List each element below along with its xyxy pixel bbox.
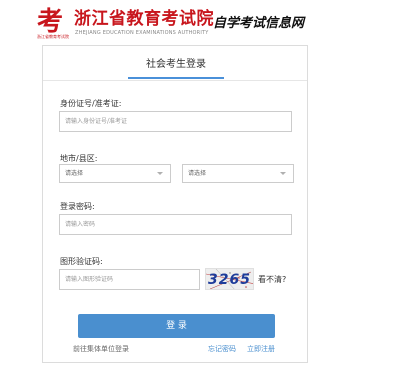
captcha-text: 3265 (208, 272, 251, 288)
register-link[interactable]: 立即注册 (247, 345, 275, 354)
chevron-down-icon (280, 172, 286, 175)
region-label: 地市/县区: (60, 154, 98, 163)
site-subtitle-en: ZHEJIANG EDUCATION EXAMINATIONS AUTHORIT… (75, 30, 209, 36)
city-select[interactable]: 请选择 (59, 164, 171, 183)
unit-login-link[interactable]: 前往集体单位登录 (73, 345, 129, 354)
login-button[interactable]: 登 录 (78, 314, 275, 338)
captcha-refresh-link[interactable]: 看不清? (258, 275, 286, 285)
city-select-value: 请选择 (65, 170, 84, 177)
district-select-value: 请选择 (188, 170, 207, 177)
login-page: 考 浙江省教育考试院 浙江省教育考试院 ZHEJIANG EDUCATION E… (0, 0, 396, 376)
captcha-label: 图形验证码: (60, 257, 103, 266)
chevron-down-icon (157, 172, 163, 175)
captcha-input[interactable] (59, 269, 200, 290)
id-label: 身份证号/准考证: (60, 99, 122, 108)
tab-social-candidate-login[interactable]: 社会考生登录 (128, 54, 224, 79)
password-input[interactable] (59, 214, 292, 235)
password-label: 登录密码: (60, 202, 95, 211)
id-number-input[interactable] (59, 111, 292, 132)
tab-divider (43, 80, 307, 81)
site-title: 浙江省教育考试院 (74, 9, 214, 29)
logo-subtext: 浙江省教育考试院 (37, 34, 69, 39)
logo-char: 考 (37, 7, 64, 37)
exam-authority-logo-icon: 考 浙江省教育考试院 (37, 8, 73, 40)
captcha-image[interactable]: 3265 (205, 268, 254, 290)
login-panel: 社会考生登录 身份证号/准考证: 地市/县区: 请选择 请选择 登录密码: 图形… (42, 45, 308, 363)
site-header: 考 浙江省教育考试院 浙江省教育考试院 ZHEJIANG EDUCATION E… (0, 0, 396, 44)
forgot-password-link[interactable]: 忘记密码 (208, 345, 236, 354)
site-slogan: 自学考试信息网 (213, 16, 305, 31)
district-select[interactable]: 请选择 (182, 164, 294, 183)
